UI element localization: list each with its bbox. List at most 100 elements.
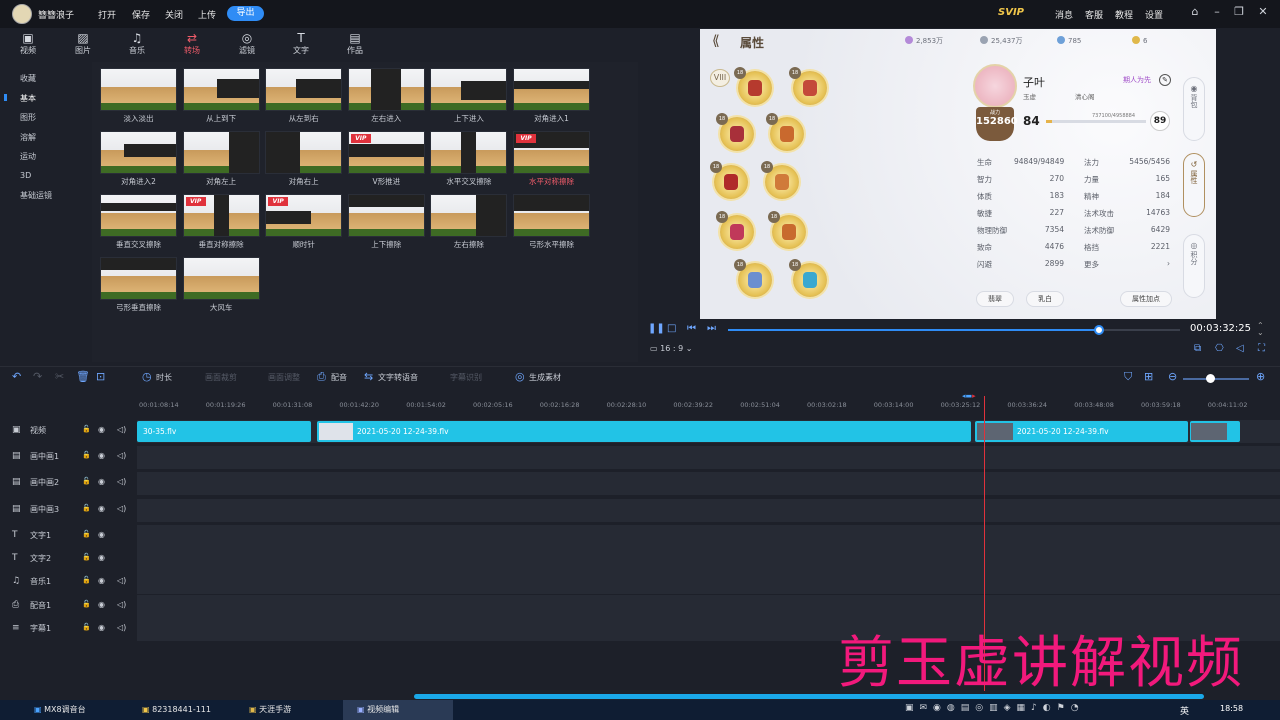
transition-thumbnail[interactable] bbox=[182, 68, 260, 111]
category-item[interactable]: 基础运镜 bbox=[20, 190, 52, 201]
fullscreen-icon[interactable]: ⛶ bbox=[1258, 343, 1265, 354]
track-lane[interactable] bbox=[137, 499, 1280, 522]
dub-button[interactable]: 配音 bbox=[331, 372, 347, 383]
eye-icon[interactable]: ◉ bbox=[98, 600, 105, 609]
transition-thumbnail[interactable]: VIP bbox=[182, 194, 260, 237]
track-lane[interactable] bbox=[137, 446, 1280, 469]
transition-thumbnail[interactable] bbox=[182, 131, 260, 174]
track-lane[interactable] bbox=[137, 525, 1280, 548]
camera-icon[interactable]: ⎔ bbox=[1215, 343, 1224, 354]
track-lane[interactable] bbox=[137, 595, 1280, 618]
category-item[interactable]: 3D bbox=[20, 171, 31, 180]
video-clip[interactable]: 2021-05-20 12-24-39.flv bbox=[317, 421, 971, 442]
playback-knob[interactable] bbox=[1093, 325, 1104, 335]
tts-button[interactable]: 文字转语音 bbox=[378, 372, 418, 383]
equipment-slot[interactable]: 18 bbox=[789, 259, 827, 297]
zoom-out-icon[interactable]: ⊖ bbox=[1168, 370, 1177, 383]
eye-icon[interactable]: ◉ bbox=[98, 576, 105, 585]
jade-chip[interactable]: 翡翠 bbox=[976, 291, 1014, 307]
system-tray-icons[interactable]: ▣✉◉◍▤◎▥◈▦♪◐⚑◔ bbox=[905, 703, 1085, 713]
tab-滤镜[interactable]: ◎ 滤镜 bbox=[229, 32, 265, 56]
settings-link[interactable]: 设置 bbox=[1145, 8, 1163, 21]
transition-thumbnail[interactable] bbox=[347, 194, 425, 237]
delete-icon[interactable]: 🗑 bbox=[76, 370, 90, 383]
category-item[interactable]: 基本 bbox=[20, 93, 36, 104]
lock-icon[interactable]: 🔓 bbox=[82, 451, 91, 459]
svip-badge[interactable]: SVIP bbox=[998, 7, 1024, 18]
eye-icon[interactable]: ◉ bbox=[98, 451, 105, 460]
volume-icon[interactable]: ◁) bbox=[117, 504, 126, 513]
pause-icon[interactable]: ❚❚ bbox=[648, 323, 665, 334]
timeline-scrollbar[interactable] bbox=[414, 694, 1204, 699]
equipment-slot[interactable]: 18 bbox=[761, 161, 799, 199]
taskbar-item[interactable]: ▣ 82318441-111 bbox=[128, 700, 238, 720]
volume-icon[interactable]: ◁) bbox=[117, 623, 126, 632]
eye-icon[interactable]: ◉ bbox=[98, 553, 105, 562]
restore-icon[interactable]: ❐ bbox=[1232, 5, 1246, 21]
track-lane[interactable] bbox=[137, 571, 1280, 594]
lock-icon[interactable]: 🔓 bbox=[82, 600, 91, 608]
tab-作品[interactable]: ▤ 作品 bbox=[337, 32, 373, 56]
volume-icon[interactable]: ◁) bbox=[117, 477, 126, 486]
transition-thumbnail[interactable] bbox=[100, 257, 177, 300]
volume-icon[interactable]: ◁) bbox=[117, 600, 126, 609]
lock-icon[interactable]: 🔓 bbox=[82, 553, 91, 561]
transition-thumbnail[interactable]: VIP bbox=[265, 194, 343, 237]
volume-icon[interactable]: ◁ bbox=[1236, 343, 1244, 354]
category-item[interactable]: 溶解 bbox=[20, 132, 36, 143]
lock-icon[interactable]: 🔓 bbox=[82, 425, 91, 433]
home-icon[interactable]: ⌂ bbox=[1188, 5, 1202, 21]
pip-icon[interactable]: ⧉ bbox=[1194, 343, 1201, 354]
stat-value[interactable]: › bbox=[1120, 259, 1170, 268]
eye-icon[interactable]: ◉ bbox=[98, 623, 105, 632]
lock-icon[interactable]: 🔓 bbox=[82, 576, 91, 584]
aspect-ratio-select[interactable]: ▭ 16 : 9 ⌄ bbox=[650, 344, 692, 353]
video-clip-end[interactable] bbox=[1190, 421, 1240, 442]
transition-thumbnail[interactable] bbox=[265, 131, 343, 174]
side-tab-2[interactable]: ◎ 积分 bbox=[1183, 234, 1205, 298]
equipment-slot[interactable]: 18 bbox=[789, 67, 827, 105]
minimize-icon[interactable]: – bbox=[1210, 5, 1224, 21]
eye-icon[interactable]: ◉ bbox=[98, 425, 105, 434]
taskbar-item[interactable]: ▣ MX8调音台 bbox=[20, 700, 130, 720]
playhead-marker[interactable]: ◂▬▸ bbox=[962, 393, 986, 400]
taskbar-item-active[interactable]: ▣ 视频编辑 bbox=[343, 700, 453, 720]
edit-icon[interactable]: ✎ bbox=[1159, 74, 1171, 86]
volume-icon[interactable]: ◁) bbox=[117, 576, 126, 585]
equipment-slot[interactable]: 18 bbox=[716, 211, 754, 249]
tab-转场[interactable]: ⇄ 转场 bbox=[174, 32, 210, 56]
category-item[interactable]: 运动 bbox=[20, 151, 36, 162]
lock-icon[interactable]: 🔓 bbox=[82, 504, 91, 512]
transition-thumbnail[interactable] bbox=[182, 257, 260, 300]
shield-icon[interactable]: ⛉ bbox=[1124, 370, 1132, 384]
eye-icon[interactable]: ◉ bbox=[98, 530, 105, 539]
duration-button[interactable]: 时长 bbox=[156, 372, 172, 383]
equipment-slot[interactable]: 18 bbox=[734, 259, 772, 297]
undo-icon[interactable]: ↶ bbox=[12, 370, 21, 383]
category-item[interactable]: 收藏 bbox=[20, 73, 36, 84]
menu-save[interactable]: 保存 bbox=[132, 8, 150, 21]
tab-视频[interactable]: ▣ 视频 bbox=[10, 32, 46, 56]
category-item[interactable]: 图形 bbox=[20, 112, 36, 123]
stop-icon[interactable]: □ bbox=[667, 323, 676, 334]
tab-文字[interactable]: T 文字 bbox=[283, 32, 319, 56]
transition-thumbnail[interactable] bbox=[100, 194, 177, 237]
video-preview[interactable]: ⟪ 属性 2,853万 25,437万 785 6 VIII 18 18 18 18 1… bbox=[700, 29, 1216, 319]
transition-thumbnail[interactable] bbox=[430, 68, 508, 111]
lock-icon[interactable]: 🔓 bbox=[82, 623, 91, 631]
menu-close[interactable]: 关闭 bbox=[165, 8, 183, 21]
transition-thumbnail[interactable] bbox=[430, 194, 508, 237]
eye-icon[interactable]: ◉ bbox=[98, 504, 105, 513]
track-lane[interactable] bbox=[137, 472, 1280, 495]
zoom-in-icon[interactable]: ⊕ bbox=[1256, 370, 1265, 383]
transition-thumbnail[interactable] bbox=[513, 68, 590, 111]
transition-thumbnail[interactable] bbox=[100, 131, 177, 174]
menu-open[interactable]: 打开 bbox=[98, 8, 116, 21]
volume-icon[interactable]: ◁) bbox=[117, 425, 126, 434]
volume-icon[interactable]: ◁) bbox=[117, 451, 126, 460]
taskbar-item[interactable]: ▣ 天涯手游 bbox=[235, 700, 345, 720]
eye-icon[interactable]: ◉ bbox=[98, 477, 105, 486]
milk-chip[interactable]: 乳白 bbox=[1026, 291, 1064, 307]
fit-icon[interactable]: ⊞ bbox=[1144, 370, 1153, 383]
user-avatar[interactable] bbox=[12, 4, 32, 24]
